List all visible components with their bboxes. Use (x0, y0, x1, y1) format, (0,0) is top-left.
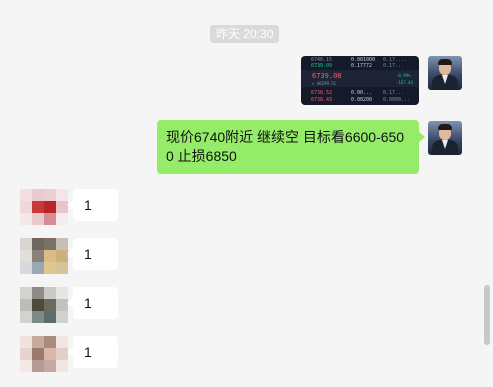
pixelated-avatar-icon[interactable] (20, 238, 68, 274)
pixelated-avatar-icon[interactable] (20, 189, 68, 225)
orderbook-price: 6738.52 (311, 90, 333, 96)
orderbook-row: 6738.52 0.00... 0.17... (301, 90, 419, 96)
price-change-pct: -0.99% (396, 73, 411, 78)
message-bubble-outgoing[interactable]: 现价6740附近 继续空 目标看6600-6500 止损6850 (157, 120, 425, 174)
orderbook-price: 6739.09 (311, 63, 333, 69)
pixelated-avatar-icon[interactable] (20, 287, 68, 323)
businessman-avatar-icon[interactable] (428, 56, 462, 90)
chat-window: 昨天 20:30 6740.15 0.001000 0.17.... 6739.… (0, 0, 493, 387)
orderbook-price: 6738.43 (311, 97, 333, 103)
current-price: 6739.08 (312, 72, 342, 80)
orderbook-total: 0.17... (383, 90, 405, 96)
message-bubble-incoming[interactable]: 1 (67, 287, 118, 319)
pixelated-avatar-icon[interactable] (20, 336, 68, 372)
orderbook-amount: 0.00... (351, 90, 373, 96)
image-message[interactable]: 6740.15 0.001000 0.17.... 6739.09 0.1777… (301, 56, 419, 105)
orderbook-total: 0.17... (383, 63, 405, 69)
price-change-abs: -167.44 (396, 80, 413, 85)
businessman-avatar-icon[interactable] (428, 121, 462, 155)
message-bubble-incoming[interactable]: 1 (67, 238, 118, 270)
orderbook-row: 6739.09 0.17772 0.17... (301, 63, 419, 69)
message-bubble-incoming[interactable]: 1 (67, 189, 118, 221)
orderbook-row: 6738.43 0.00200 0.0000... (301, 97, 419, 103)
message-bubble-incoming[interactable]: 1 (67, 336, 118, 368)
timestamp-badge: 昨天 20:30 (210, 25, 280, 43)
price-converted: ≈ 46299.51 (312, 81, 337, 86)
orderbook-amount: 0.00200 (351, 97, 373, 103)
orderbook-total: 0.0000... (383, 97, 411, 103)
scrollbar-thumb[interactable] (484, 285, 490, 345)
orderbook-amount: 0.17772 (351, 63, 373, 69)
